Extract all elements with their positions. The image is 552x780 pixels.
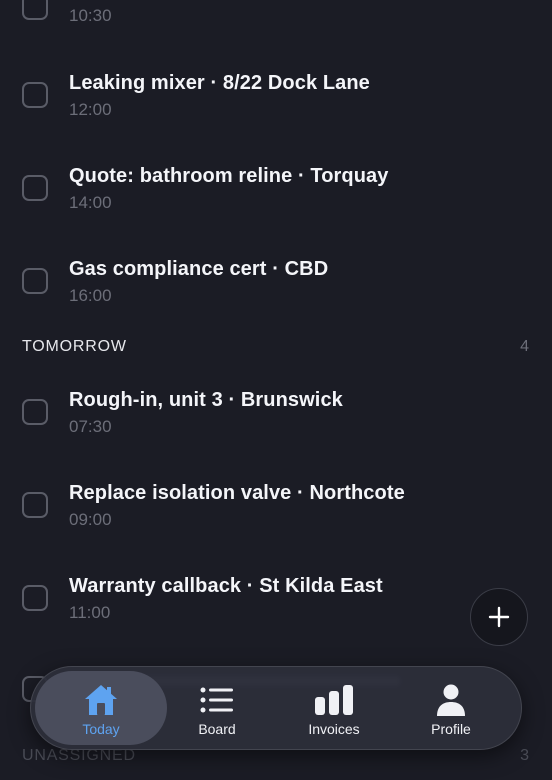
tab-board[interactable]: Board (151, 671, 283, 745)
task-item[interactable]: Leaking mixer · 8/22 Dock Lane 12:00 (0, 60, 552, 153)
task-item[interactable]: Gas compliance cert · CBD 16:00 (0, 246, 552, 339)
task-checkbox[interactable] (22, 175, 48, 201)
task-time: 07:30 (69, 417, 112, 436)
task-checkbox[interactable] (22, 399, 48, 425)
task-checkbox[interactable] (22, 492, 48, 518)
task-checkbox[interactable] (22, 82, 48, 108)
task-time: 09:00 (69, 510, 112, 529)
task-title: Leaking mixer · 8/22 Dock Lane (69, 72, 370, 94)
tab-today[interactable]: Today (35, 671, 167, 745)
tab-profile[interactable]: Profile (385, 671, 517, 745)
task-title: Quote: bathroom reline · Torquay (69, 165, 389, 187)
task-title: Replace isolation valve · Northcote (69, 482, 405, 504)
home-icon (85, 685, 117, 715)
task-time: 14:00 (69, 193, 112, 212)
task-item-partial[interactable]: 10:30 (0, 0, 552, 53)
task-checkbox[interactable] (22, 268, 48, 294)
task-item[interactable]: Replace isolation valve · Northcote 09:0… (0, 470, 552, 563)
task-checkbox[interactable] (22, 585, 48, 611)
section-header-tomorrow: TOMORROW (22, 338, 127, 355)
task-title: Gas compliance cert · CBD (69, 258, 329, 280)
task-item[interactable]: Warranty callback · St Kilda East 11:00 (0, 563, 552, 656)
section-count-tomorrow: 4 (520, 338, 529, 355)
task-title: Rough-in, unit 3 · Brunswick (69, 389, 343, 411)
task-time: 16:00 (69, 286, 112, 305)
task-title: Warranty callback · St Kilda East (69, 575, 383, 597)
add-task-button[interactable] (470, 588, 528, 646)
plus-icon (488, 606, 510, 628)
tab-label: Board (198, 721, 236, 737)
section-count-unassigned: 3 (520, 747, 529, 764)
task-time: 12:00 (69, 100, 112, 119)
task-item[interactable]: Rough-in, unit 3 · Brunswick 07:30 (0, 377, 552, 470)
tab-label: Invoices (308, 721, 360, 737)
task-time: 10:30 (69, 6, 112, 25)
tab-label: Today (82, 721, 120, 737)
tab-invoices[interactable]: Invoices (268, 671, 400, 745)
bottom-tab-bar: Today Board Invoices Profile (30, 666, 522, 750)
task-checkbox[interactable] (22, 0, 48, 20)
person-icon (437, 684, 465, 716)
list-icon (200, 687, 233, 713)
tab-label: Profile (431, 721, 471, 737)
bar-chart-icon (315, 685, 353, 715)
task-time: 11:00 (69, 603, 111, 622)
task-item[interactable]: Quote: bathroom reline · Torquay 14:00 (0, 153, 552, 246)
